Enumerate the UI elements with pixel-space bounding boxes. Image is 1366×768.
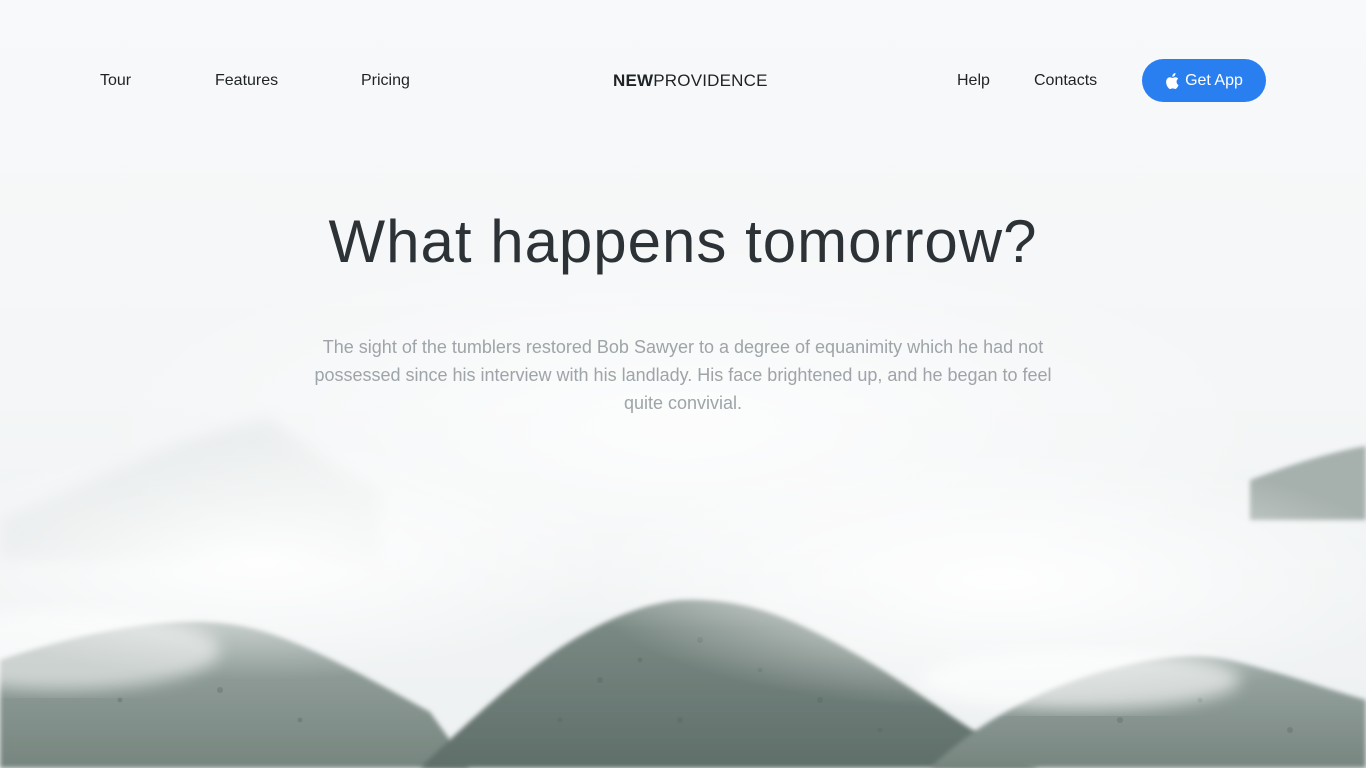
- nav-link-tour[interactable]: Tour: [100, 70, 131, 92]
- get-app-label: Get App: [1185, 71, 1243, 89]
- nav-link-features[interactable]: Features: [215, 70, 278, 92]
- nav-link-contacts[interactable]: Contacts: [1034, 70, 1097, 92]
- nav-link-help[interactable]: Help: [957, 70, 990, 92]
- hero-lead-text: The sight of the tumblers restored Bob S…: [314, 337, 1052, 413]
- brand-logo-light: PROVIDENCE: [653, 71, 768, 90]
- top-navigation: Tour Features Pricing NEWPROVIDENCE Help…: [0, 0, 1366, 162]
- brand-logo[interactable]: NEWPROVIDENCE: [613, 69, 768, 93]
- hero-title: What happens tomorrow?: [328, 208, 1038, 275]
- get-app-button[interactable]: Get App: [1142, 59, 1266, 102]
- brand-logo-bold: NEW: [613, 71, 654, 90]
- apple-icon: [1165, 72, 1179, 89]
- nav-link-pricing[interactable]: Pricing: [361, 70, 410, 92]
